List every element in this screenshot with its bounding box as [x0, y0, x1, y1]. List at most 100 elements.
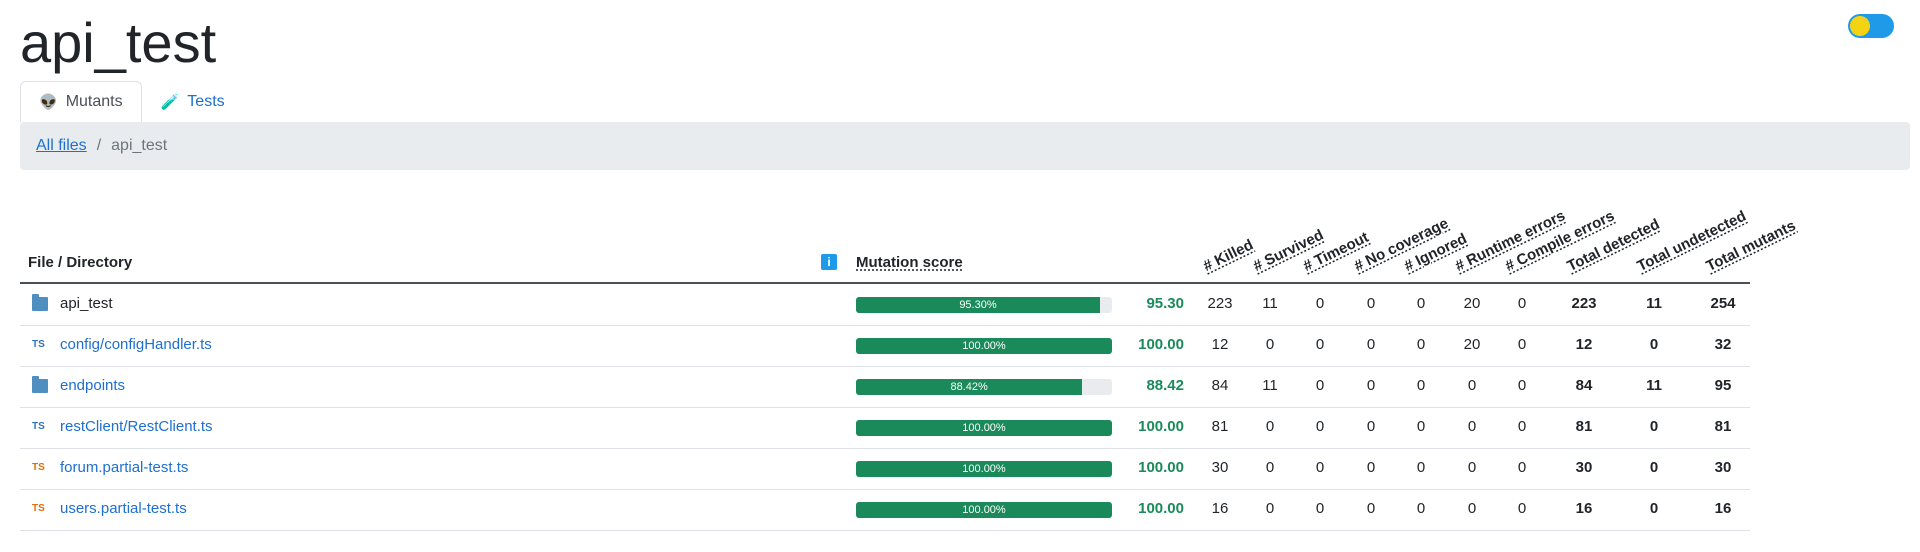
cell-killed: 16	[1211, 500, 1229, 517]
cell-no-coverage: 0	[1366, 500, 1376, 517]
cell-compile-errors: 0	[1517, 459, 1527, 476]
file-link[interactable]: restClient/RestClient.ts	[60, 418, 213, 435]
cell-no-coverage: 0	[1366, 377, 1376, 394]
header-killed: # Killed	[1200, 236, 1256, 275]
cell-runtime-errors: 0	[1467, 377, 1477, 394]
cell-runtime-errors: 0	[1467, 459, 1477, 476]
cell-total-mutants: 254	[1710, 295, 1736, 312]
breadcrumb-separator: /	[96, 137, 102, 154]
cell-killed: 12	[1211, 336, 1229, 353]
typescript-file-icon: TS	[32, 421, 45, 432]
cell-killed: 84	[1211, 377, 1229, 394]
file-link[interactable]: forum.partial-test.ts	[60, 459, 188, 476]
cell-compile-errors: 0	[1517, 295, 1527, 312]
mutation-score-value: 88.42	[1146, 377, 1184, 394]
file-link[interactable]: config/configHandler.ts	[60, 336, 212, 353]
mutation-score-bar-fill: 100.00%	[856, 420, 1112, 436]
cell-total-undetected: 0	[1649, 418, 1659, 435]
cell-no-coverage: 0	[1366, 418, 1376, 435]
mutation-score-bar: 100.00%	[856, 502, 1112, 518]
mutation-score-bar: 95.30%	[856, 297, 1112, 313]
cell-timeout: 0	[1315, 500, 1325, 517]
mutation-score-bar-fill: 100.00%	[856, 461, 1112, 477]
tab-bar: 👽 Mutants 🧪 Tests	[20, 81, 244, 123]
cell-total-detected: 16	[1575, 500, 1593, 517]
cell-total-mutants: 32	[1714, 336, 1732, 353]
mutation-score-bar: 100.00%	[856, 420, 1112, 436]
header-file-directory: File / Directory	[28, 254, 133, 271]
header-mutation-score: Mutation score	[856, 254, 963, 271]
cell-timeout: 0	[1315, 459, 1325, 476]
table-row: TS config/configHandler.ts 100.00% 100.00 12…	[20, 325, 1750, 367]
cell-killed: 30	[1211, 459, 1229, 476]
file-name: api_test	[60, 295, 113, 312]
typescript-file-icon: TS	[32, 339, 45, 350]
cell-timeout: 0	[1315, 418, 1325, 435]
cell-total-mutants: 30	[1714, 459, 1732, 476]
table-row: endpoints 88.42% 88.42 84 11 0 0 0 0 0 84 11 95	[20, 366, 1750, 408]
table-row: api_test 95.30% 95.30 223 11 0 0 0 20 0 223 11 254	[20, 284, 1750, 326]
cell-total-undetected: 0	[1649, 500, 1659, 517]
typescript-test-file-icon: TS	[32, 503, 45, 514]
test-tube-icon: 🧪	[160, 93, 180, 111]
cell-ignored: 0	[1416, 459, 1426, 476]
cell-total-detected: 84	[1575, 377, 1593, 394]
cell-compile-errors: 0	[1517, 336, 1527, 353]
cell-ignored: 0	[1416, 418, 1426, 435]
cell-total-detected: 223	[1571, 295, 1597, 312]
cell-no-coverage: 0	[1366, 295, 1376, 312]
tab-tests-label: Tests	[187, 93, 225, 110]
mutation-score-bar: 88.42%	[856, 379, 1112, 395]
cell-timeout: 0	[1315, 377, 1325, 394]
cell-ignored: 0	[1416, 377, 1426, 394]
cell-total-mutants: 95	[1714, 377, 1732, 394]
cell-total-mutants: 16	[1714, 500, 1732, 517]
table-row: TS forum.partial-test.ts 100.00% 100.00 30 0 0…	[20, 448, 1750, 490]
cell-runtime-errors: 20	[1463, 295, 1481, 312]
mutation-score-bar-fill: 88.42%	[856, 379, 1083, 395]
cell-timeout: 0	[1315, 336, 1325, 353]
mutation-score-bar-fill: 100.00%	[856, 338, 1112, 354]
cell-survived: 0	[1265, 336, 1275, 353]
cell-timeout: 0	[1315, 295, 1325, 312]
tab-mutants[interactable]: 👽 Mutants	[20, 81, 142, 123]
cell-survived: 0	[1265, 418, 1275, 435]
cell-total-undetected: 0	[1649, 459, 1659, 476]
breadcrumb-all-files-link[interactable]: All files	[36, 137, 87, 155]
info-icon[interactable]: i	[821, 254, 837, 270]
mutation-score-value: 100.00	[1138, 500, 1184, 517]
cell-ignored: 0	[1416, 500, 1426, 517]
cell-compile-errors: 0	[1517, 418, 1527, 435]
cell-runtime-errors: 20	[1463, 336, 1481, 353]
cell-no-coverage: 0	[1366, 459, 1376, 476]
page-title: api_test	[20, 11, 217, 74]
cell-ignored: 0	[1416, 336, 1426, 353]
cell-runtime-errors: 0	[1467, 500, 1477, 517]
cell-killed: 223	[1207, 295, 1233, 312]
cell-total-detected: 81	[1575, 418, 1593, 435]
mutation-score-bar-fill: 100.00%	[856, 502, 1112, 518]
file-link[interactable]: users.partial-test.ts	[60, 500, 187, 517]
tab-tests[interactable]: 🧪 Tests	[142, 81, 244, 123]
cell-total-undetected: 0	[1649, 336, 1659, 353]
mutation-score-bar-fill: 95.30%	[856, 297, 1100, 313]
cell-killed: 81	[1211, 418, 1229, 435]
tab-mutants-label: Mutants	[65, 93, 123, 110]
mutation-score-value: 100.00	[1138, 459, 1184, 476]
breadcrumb-current: api_test	[111, 137, 168, 154]
table-header: File / Directory i Mutation score # Kill…	[20, 182, 1798, 284]
folder-icon	[32, 294, 48, 311]
cell-total-detected: 12	[1575, 336, 1593, 353]
mutation-score-bar: 100.00%	[856, 338, 1112, 354]
mutation-score-value: 95.30	[1146, 295, 1184, 312]
cell-compile-errors: 0	[1517, 377, 1527, 394]
cell-total-mutants: 81	[1714, 418, 1732, 435]
theme-toggle[interactable]	[1848, 14, 1894, 38]
file-link[interactable]: endpoints	[60, 377, 125, 394]
cell-total-detected: 30	[1575, 459, 1593, 476]
cell-runtime-errors: 0	[1467, 418, 1477, 435]
folder-icon	[32, 376, 48, 393]
cell-survived: 0	[1265, 500, 1275, 517]
cell-total-undetected: 11	[1646, 377, 1662, 394]
table-row: TS restClient/RestClient.ts 100.00% 100.00 8…	[20, 407, 1750, 449]
